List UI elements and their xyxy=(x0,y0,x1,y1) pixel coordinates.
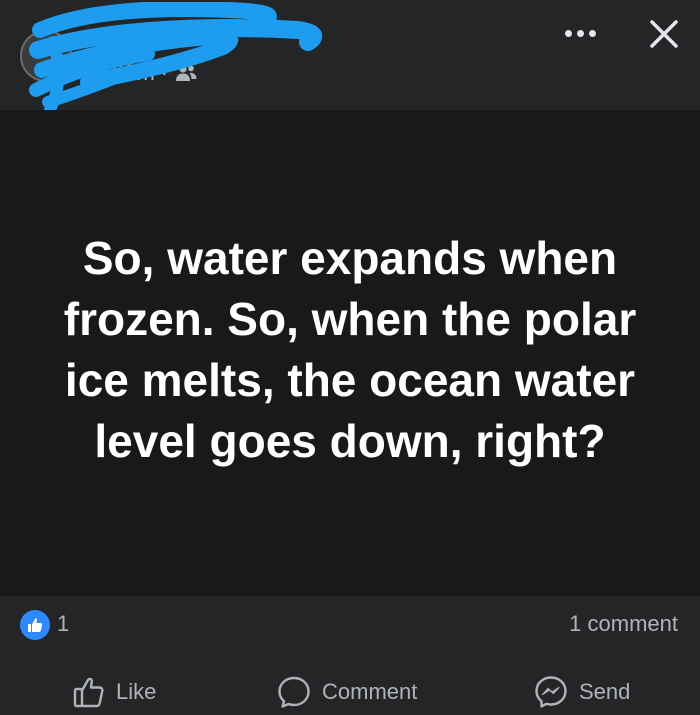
like-count[interactable]: 1 xyxy=(57,611,69,637)
comment-count[interactable]: 1 comment xyxy=(569,611,678,637)
like-reaction-icon[interactable] xyxy=(20,610,50,640)
more-horizontal-icon[interactable] xyxy=(558,20,602,46)
like-button[interactable]: Like xyxy=(72,672,156,712)
timestamp[interactable]: 23m xyxy=(112,60,155,86)
post-body: So, water expands when frozen. So, when … xyxy=(0,110,700,596)
meta-separator: · xyxy=(160,60,169,85)
close-icon[interactable] xyxy=(644,14,684,54)
avatar[interactable] xyxy=(20,30,72,82)
comment-button[interactable]: Comment xyxy=(276,672,417,712)
post-text: So, water expands when frozen. So, when … xyxy=(63,232,637,467)
messenger-icon xyxy=(535,676,567,708)
send-label: Send xyxy=(579,679,631,704)
comment-label: Comment xyxy=(322,679,418,704)
post-header: 23m · xyxy=(0,0,700,110)
friends-icon xyxy=(176,65,197,81)
send-button[interactable]: Send xyxy=(533,672,630,712)
like-icon xyxy=(73,677,104,708)
post-meta: 23m · xyxy=(112,60,198,86)
comment-icon xyxy=(278,676,310,708)
thumbs-up-icon xyxy=(28,618,43,632)
like-label: Like xyxy=(116,679,157,704)
